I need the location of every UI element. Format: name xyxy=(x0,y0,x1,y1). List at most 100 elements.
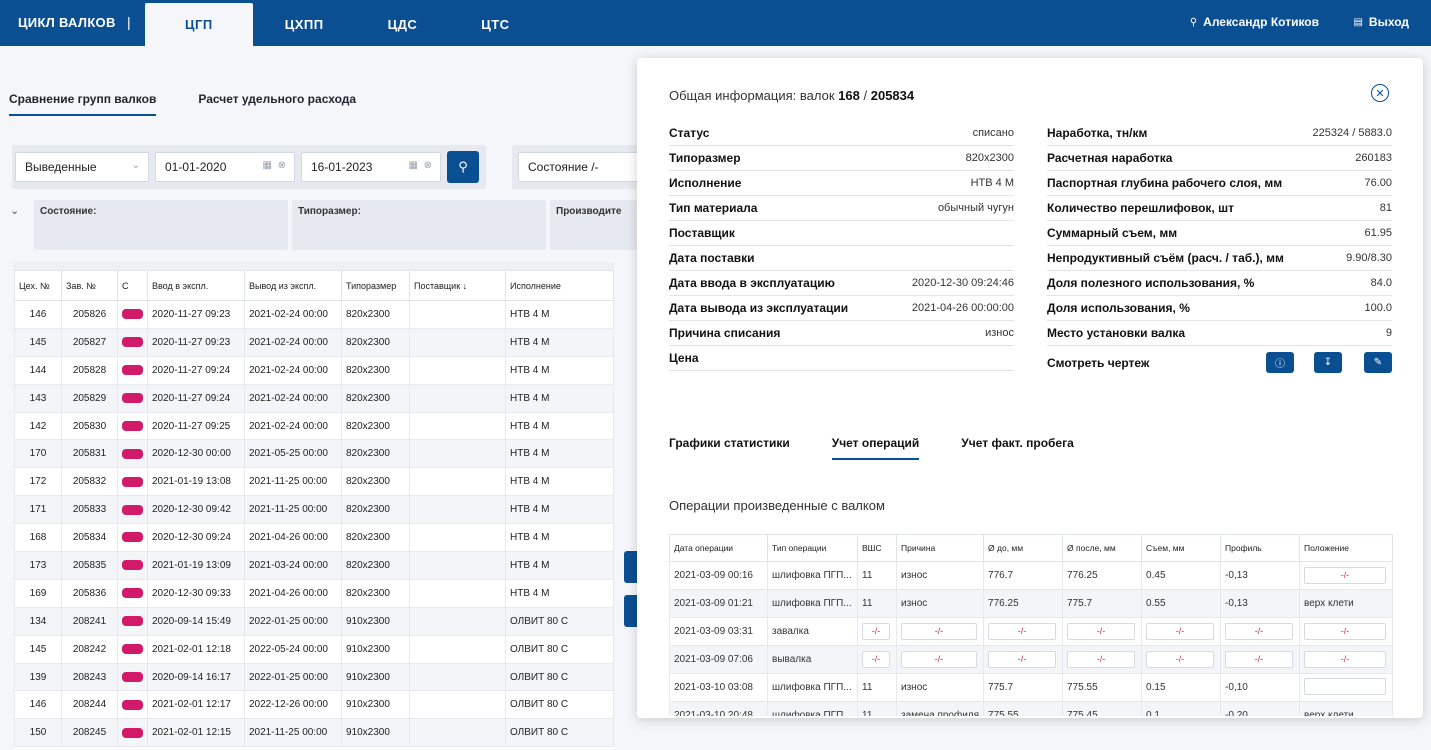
status-select[interactable]: Выведенные ⌄ xyxy=(15,152,149,182)
ops-row[interactable]: 2021-03-10 03:08 шлифовка ПГП... 11 износ 77… xyxy=(669,673,1393,702)
tab-cgp[interactable]: ЦГП xyxy=(145,3,253,46)
ops-row[interactable]: 2021-03-09 01:21 шлифовка ПГП... 11 износ 77… xyxy=(669,589,1393,618)
col-factory-no[interactable]: Зав. № xyxy=(61,270,118,301)
cell-supplier xyxy=(409,662,506,692)
info-button[interactable]: ⓘ xyxy=(1266,352,1294,373)
editable-field[interactable]: -/- xyxy=(988,623,1057,640)
tab-specific-consumption[interactable]: Расчет удельного расхода xyxy=(198,92,356,116)
cell-factory-no: 208244 xyxy=(61,690,118,720)
cell-start-date: 2021-02-01 12:17 xyxy=(147,690,245,720)
editable-field[interactable]: -/- xyxy=(1304,567,1386,584)
editable-field[interactable]: -/- xyxy=(1146,623,1215,640)
close-icon[interactable]: ✕ xyxy=(1371,84,1389,102)
editable-field[interactable]: -/- xyxy=(1225,651,1294,668)
col-shop-no[interactable]: Цех. № xyxy=(14,270,62,301)
search-button[interactable]: ⚲ xyxy=(447,151,479,183)
cell-supplier xyxy=(409,411,506,441)
logout-button[interactable]: ▤ Выход xyxy=(1353,15,1409,29)
ops-row[interactable]: 2021-03-10 20:48 шлифовка ПГП... 11 замена … xyxy=(669,701,1393,716)
editable-field[interactable]: -/- xyxy=(901,623,978,640)
editable-field[interactable]: -/- xyxy=(1067,623,1136,640)
col-position[interactable]: Положение xyxy=(1299,534,1393,562)
side-action-button[interactable] xyxy=(624,551,638,583)
col-size[interactable]: Типоразмер xyxy=(341,270,410,301)
edit-button[interactable]: ✎ xyxy=(1364,352,1392,373)
table-row[interactable]: 134 208241 2020-09-14 15:49 2022-01-25 00:0… xyxy=(14,606,614,636)
editable-field[interactable]: -/- xyxy=(1146,651,1215,668)
table-row[interactable]: 170 205831 2020-12-30 00:00 2021-05-25 00:0… xyxy=(14,439,614,469)
table-row[interactable]: 145 208242 2021-02-01 12:18 2022-05-24 00:0… xyxy=(14,634,614,664)
status-pill xyxy=(122,392,143,403)
cell-shop-no: 144 xyxy=(14,355,62,385)
col-execution[interactable]: Исполнение xyxy=(505,270,614,301)
user-menu[interactable]: ⚲ Александр Котиков xyxy=(1190,15,1319,29)
cell-removal: 0.45 xyxy=(1141,561,1222,590)
table-row[interactable]: 145 205827 2020-11-27 09:23 2021-02-24 00:0… xyxy=(14,327,614,357)
table-row[interactable]: 146 208244 2021-02-01 12:17 2022-12-26 00:0… xyxy=(14,690,614,720)
info-value: списано xyxy=(972,127,1014,139)
col-removal[interactable]: Съем, мм xyxy=(1141,534,1222,562)
cell-profile: -/- xyxy=(1220,645,1301,674)
collapse-chevron-icon[interactable]: ⌄ xyxy=(10,204,19,217)
table-row[interactable]: 171 205833 2020-12-30 09:42 2021-11-25 00:0… xyxy=(14,495,614,525)
ops-row[interactable]: 2021-03-09 07:06 вывалка -/- -/- -/- -/- -/- -/… xyxy=(669,645,1393,674)
col-op-date[interactable]: Дата операции xyxy=(669,534,768,562)
tab-chpp[interactable]: ЦХПП xyxy=(253,3,356,46)
cell-factory-no: 205834 xyxy=(61,523,118,553)
col-status[interactable]: С xyxy=(117,270,148,301)
info-row: Суммарный съем, мм 61.95 xyxy=(1047,221,1392,246)
table-row[interactable]: 139 208243 2020-09-14 16:17 2022-01-25 00:0… xyxy=(14,662,614,692)
editable-field[interactable]: -/- xyxy=(988,651,1057,668)
cell-status xyxy=(117,411,148,441)
editable-field[interactable]: -/- xyxy=(1304,623,1386,640)
cell-diam-after: 775.7 xyxy=(1062,589,1143,618)
ops-row[interactable]: 2021-03-09 03:31 завалка -/- -/- -/- -/- -/- -/… xyxy=(669,617,1393,646)
date-from-input[interactable]: 01-01-2020 ▦ ⊗ xyxy=(155,152,295,182)
editable-field[interactable]: -/- xyxy=(1067,651,1136,668)
table-row[interactable]: 142 205830 2020-11-27 09:25 2021-02-24 00:0… xyxy=(14,411,614,441)
tab-cds[interactable]: ЦДС xyxy=(356,3,450,46)
editable-field[interactable]: -/- xyxy=(862,651,890,668)
col-diam-before[interactable]: Ø до, мм xyxy=(983,534,1064,562)
table-row[interactable]: 168 205834 2020-12-30 09:24 2021-04-26 00:0… xyxy=(14,523,614,553)
col-vshs[interactable]: ВШС xyxy=(857,534,897,562)
editable-field[interactable]: -/- xyxy=(1304,651,1386,668)
cell-start-date: 2021-02-01 12:18 xyxy=(147,634,245,664)
table-row[interactable]: 150 208245 2021-02-01 12:15 2021-11-25 00:0… xyxy=(14,718,614,748)
info-row: Доля полезного использования, % 84.0 xyxy=(1047,271,1392,296)
tab-cts[interactable]: ЦТС xyxy=(449,3,541,46)
ops-row[interactable]: 2021-03-09 00:16 шлифовка ПГП... 11 износ 77… xyxy=(669,561,1393,590)
roll-number: 168 xyxy=(838,88,860,103)
tab-statistics-charts[interactable]: Графики статистики xyxy=(669,436,790,460)
clear-icon[interactable]: ⊗ xyxy=(278,160,286,171)
col-supplier[interactable]: Поставщик ↓ xyxy=(409,270,506,301)
side-action-button[interactable] xyxy=(624,595,638,627)
download-button[interactable]: ↧ xyxy=(1314,352,1342,373)
col-op-type[interactable]: Тип операции xyxy=(767,534,858,562)
col-start-date[interactable]: Ввод в экспл. xyxy=(147,270,245,301)
col-end-date[interactable]: Вывод из экспл. xyxy=(244,270,342,301)
table-row[interactable]: 172 205832 2021-01-19 13:08 2021-11-25 00:0… xyxy=(14,467,614,497)
brand-logo[interactable]: ЦИКЛ ВАЛКОВ xyxy=(18,15,116,30)
tab-compare-groups[interactable]: Сравнение групп валков xyxy=(9,92,157,116)
editable-field[interactable]: -/- xyxy=(862,623,890,640)
info-key: Тип материала xyxy=(669,201,758,215)
table-row[interactable]: 169 205836 2020-12-30 09:33 2021-04-26 00:0… xyxy=(14,578,614,608)
table-row[interactable]: 143 205829 2020-11-27 09:24 2021-02-24 00:0… xyxy=(14,383,614,413)
info-value: НТВ 4 М xyxy=(970,177,1014,189)
date-to-input[interactable]: 16-01-2023 ▦ ⊗ xyxy=(301,152,441,182)
col-reason[interactable]: Причина xyxy=(895,534,985,562)
tab-operations[interactable]: Учет операций xyxy=(831,436,920,460)
editable-field[interactable] xyxy=(1304,677,1386,695)
table-row[interactable]: 146 205826 2020-11-27 09:23 2021-02-24 00:0… xyxy=(14,300,614,329)
cell-end-date: 2021-02-24 00:00 xyxy=(244,355,342,385)
editable-field[interactable]: -/- xyxy=(1225,623,1294,640)
clear-icon[interactable]: ⊗ xyxy=(424,160,432,171)
tab-actual-mileage[interactable]: Учет факт. пробега xyxy=(961,436,1074,460)
editable-field[interactable]: -/- xyxy=(901,651,978,668)
cell-reason: -/- xyxy=(895,645,985,674)
table-row[interactable]: 144 205828 2020-11-27 09:24 2021-02-24 00:0… xyxy=(14,355,614,385)
col-diam-after[interactable]: Ø после, мм xyxy=(1062,534,1143,562)
table-row[interactable]: 173 205835 2021-01-19 13:09 2021-03-24 00:0… xyxy=(14,551,614,580)
col-profile[interactable]: Профиль xyxy=(1220,534,1301,562)
